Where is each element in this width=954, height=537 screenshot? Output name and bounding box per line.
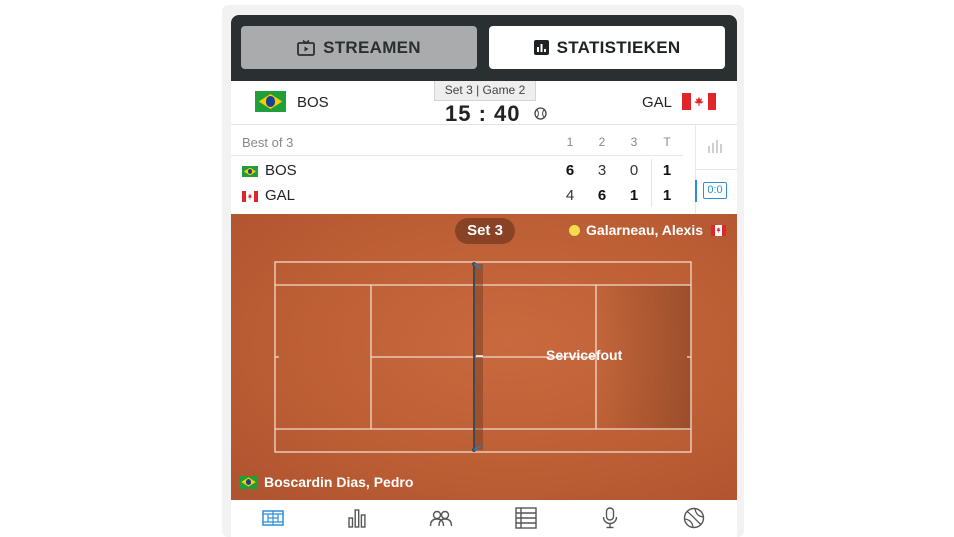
brazil-flag-icon [242,166,258,177]
player-name: GAL [265,187,296,204]
bar-chart-icon[interactable] [707,139,725,153]
set-score: 6 [597,187,607,204]
tennis-ball-icon [534,107,547,120]
set-score: 3 [597,162,607,179]
court-view: Set 3 Galarneau, Alexis Servicefout Bosc… [231,214,737,500]
set-score: 1 [629,187,639,204]
set-game-indicator: Set 3 | Game 2 [434,81,536,101]
lineups-icon [429,510,453,527]
server-player-name: Galarneau, Alexis [586,222,703,238]
receiver-player-label: Boscardin Dias, Pedro [239,474,413,490]
nav-lineups-button[interactable] [428,506,454,530]
brazil-flag-icon [239,475,258,489]
nav-stats-button[interactable] [344,506,370,530]
divider [651,159,652,207]
set-score: 6 [565,162,575,179]
total-header: T [663,135,671,149]
bottom-nav [231,500,737,537]
table-icon [515,507,537,529]
set-3-header: 3 [630,135,638,149]
scoreboard: BOS Set 3 | Game 2 15 : 40 GAL Best of 3… [231,81,737,214]
side-panel: 0:0 [695,125,737,214]
nav-commentary-button[interactable] [597,506,623,530]
home-team-abbr: BOS [297,94,329,111]
sets-total: 1 [662,162,672,179]
server-player-label: Galarneau, Alexis [569,221,726,239]
set-score: 0 [629,162,639,179]
table-row: BOS 6 3 0 1 [231,159,691,183]
canada-flag-icon [242,191,258,202]
microphone-icon [602,507,618,529]
bar-chart-icon [348,509,366,528]
canada-flag-icon [682,93,716,110]
event-label: Servicefout [546,347,623,363]
tennis-ball-icon [683,507,705,529]
net-shadow [474,264,483,450]
table-row: GAL 4 6 1 1 [231,184,691,208]
away-team-abbr: GAL [642,94,673,111]
nav-tennis-button[interactable] [681,506,707,530]
set-label: Set 3 [455,218,515,244]
receiver-player-name: Boscardin Dias, Pedro [264,474,414,490]
score-badge[interactable]: 0:0 [703,182,727,199]
set-score: 4 [565,187,575,204]
statistics-label: STATISTIEKEN [556,37,681,57]
divider [695,169,737,170]
sets-total: 1 [662,187,672,204]
bar-chart-icon [533,40,549,55]
set-1-header: 1 [566,135,574,149]
divider [231,155,683,156]
match-widget: STREAMEN STATISTIEKEN BOS Set 3 | Game 2… [222,5,744,537]
nav-court-button[interactable] [260,506,286,530]
court-icon [262,510,284,526]
stream-label: STREAMEN [323,37,421,57]
tv-icon [297,39,315,56]
best-of-label: Best of 3 [242,135,294,150]
tennis-ball-icon [569,224,581,236]
tennis-court [274,261,692,453]
set-2-header: 2 [598,135,606,149]
canada-flag-icon [711,224,726,236]
nav-table-button[interactable] [513,506,539,530]
widget-panel: STREAMEN STATISTIEKEN BOS Set 3 | Game 2… [231,15,737,537]
brazil-flag-icon [255,91,286,112]
serve-indicator [695,180,697,202]
stream-button[interactable]: STREAMEN [241,26,477,69]
sets-table: Best of 3 1 2 3 T BOS 6 3 0 1 GAL 4 6 1 … [231,125,691,214]
statistics-button[interactable]: STATISTIEKEN [489,26,725,69]
player-name: BOS [265,162,297,179]
